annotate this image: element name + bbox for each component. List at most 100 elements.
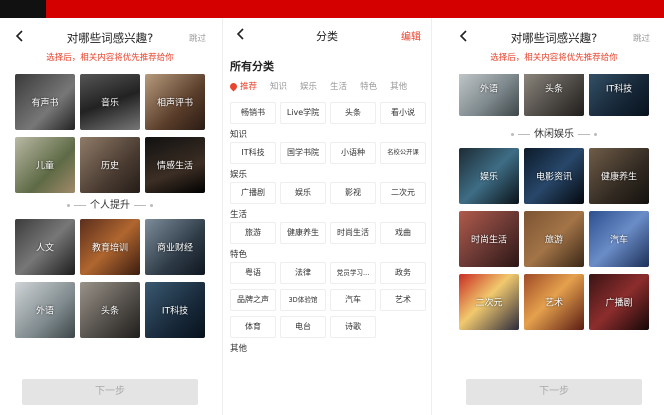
category-chip[interactable]: 电台 xyxy=(280,316,326,338)
interest-tile[interactable]: 外语 xyxy=(15,282,75,338)
interest-tile[interactable]: 历史 xyxy=(80,137,140,193)
interest-tile[interactable]: 健康养生 xyxy=(589,148,649,204)
interest-grid-2: 人文 教育培训 商业财经 外语 头条 IT科技 xyxy=(0,219,220,338)
chip-group: IT科技 国学书院 小语种 名校公开课 xyxy=(230,142,426,164)
category-chip[interactable]: 小语种 xyxy=(330,142,376,164)
interest-tile[interactable]: 人文 xyxy=(15,219,75,275)
category-chip[interactable]: 头条 xyxy=(330,102,376,124)
interest-tile[interactable]: 娱乐 xyxy=(459,148,519,204)
category-chip[interactable]: 看小说 xyxy=(380,102,426,124)
interest-tile[interactable]: 头条 xyxy=(80,282,140,338)
category-content: 畅销书 Live学院 头条 看小说 知识 IT科技 国学书院 小语种 名校公开课… xyxy=(223,96,431,356)
tile-label: 头条 xyxy=(544,84,563,95)
tab-knowledge[interactable]: 知识 xyxy=(270,80,287,92)
interest-tile[interactable]: IT科技 xyxy=(589,74,649,116)
interest-tile[interactable]: 儿童 xyxy=(15,137,75,193)
category-chip[interactable]: 体育 xyxy=(230,316,276,338)
tile-label: 教育培训 xyxy=(91,243,128,254)
interest-tile[interactable]: 情感生活 xyxy=(145,137,205,193)
group-title: 娱乐 xyxy=(230,170,248,180)
tab-recommend[interactable]: 推荐 xyxy=(228,80,257,92)
interest-tile[interactable]: 相声评书 xyxy=(145,74,205,130)
category-chip[interactable]: 广播剧 xyxy=(230,182,276,204)
category-chip[interactable]: 娱乐 xyxy=(280,182,326,204)
tile-label: 儿童 xyxy=(35,161,54,172)
interest-tile[interactable]: 外语 xyxy=(459,74,519,116)
category-chip[interactable]: 诗歌 xyxy=(330,316,376,338)
interest-grid-top: 外语 头条 IT科技 xyxy=(444,74,664,116)
interest-tile[interactable]: 教育培训 xyxy=(80,219,140,275)
interest-tile[interactable]: 艺术 xyxy=(524,274,584,330)
tab-life[interactable]: 生活 xyxy=(330,80,347,92)
page-title: 分类 xyxy=(316,30,338,43)
interest-tile[interactable]: 汽车 xyxy=(589,211,649,267)
category-chip[interactable]: 法律 xyxy=(280,262,326,284)
section-title: 休闲娱乐 xyxy=(444,122,664,148)
tile-label: 相声评书 xyxy=(156,98,193,109)
category-chip[interactable]: 旅游 xyxy=(230,222,276,244)
category-chip[interactable]: 艺术 xyxy=(380,289,426,311)
interest-tile[interactable]: 音乐 xyxy=(80,74,140,130)
category-chip[interactable]: 3D体验馆 xyxy=(280,289,326,311)
tile-label: 音乐 xyxy=(100,98,119,109)
category-chip[interactable]: 名校公开课 xyxy=(380,142,426,164)
interest-grid-2: 娱乐 电影资讯 健康养生 时尚生活 旅游 汽车 二次元 艺术 广播剧 xyxy=(444,148,664,330)
next-button[interactable]: 下一步 xyxy=(22,379,198,405)
chip-group: 粤语 法律 党员学习... 政务 品牌之声 3D体验馆 汽车 艺术 体育 电台 … xyxy=(230,262,426,338)
tile-label: 头条 xyxy=(100,306,119,317)
next-button[interactable]: 下一步 xyxy=(466,379,642,405)
category-chip[interactable]: 党员学习... xyxy=(330,262,376,284)
interest-tile[interactable]: 二次元 xyxy=(459,274,519,330)
group-title: 其他 xyxy=(230,344,248,354)
header: 分类 编辑 xyxy=(223,18,431,50)
tile-label: 外语 xyxy=(479,84,498,95)
category-chip[interactable]: 戏曲 xyxy=(380,222,426,244)
tab-other[interactable]: 其他 xyxy=(390,80,407,92)
edit-button[interactable]: 编辑 xyxy=(401,28,421,43)
category-chip[interactable]: 国学书院 xyxy=(280,142,326,164)
interest-tile[interactable]: 头条 xyxy=(524,74,584,116)
interest-tile[interactable]: 时尚生活 xyxy=(459,211,519,267)
header: 对哪些词感兴趣? 跳过 xyxy=(0,18,220,52)
category-chip[interactable]: 汽车 xyxy=(330,289,376,311)
tile-label: 汽车 xyxy=(609,235,628,246)
skip-button[interactable]: 跳过 xyxy=(189,32,206,44)
subtitle: 选择后，相关内容将优先推荐给你 xyxy=(46,53,174,63)
group-title: 特色 xyxy=(230,250,248,260)
header: 对哪些词感兴趣? 跳过 xyxy=(444,18,664,52)
tile-label: 时尚生活 xyxy=(470,235,507,246)
category-chip[interactable]: Live学院 xyxy=(280,102,326,124)
category-chip[interactable]: 时尚生活 xyxy=(330,222,376,244)
tile-label: 有声书 xyxy=(31,98,59,109)
interest-tile[interactable]: 有声书 xyxy=(15,74,75,130)
category-screen: 分类 编辑 所有分类 推荐 知识 娱乐 生活 特色 其他 畅销书 Live学院 … xyxy=(222,18,432,415)
interest-tile[interactable]: IT科技 xyxy=(145,282,205,338)
section-title: 个人提升 xyxy=(0,193,220,219)
tab-featured[interactable]: 特色 xyxy=(360,80,377,92)
category-chip[interactable]: 品牌之声 xyxy=(230,289,276,311)
tile-label: 娱乐 xyxy=(479,172,498,183)
interest-tile[interactable]: 电影资讯 xyxy=(524,148,584,204)
tile-label: 艺术 xyxy=(544,298,563,309)
category-chip[interactable]: 影视 xyxy=(330,182,376,204)
chip-group: 广播剧 娱乐 影视 二次元 xyxy=(230,182,426,204)
category-chip[interactable]: IT科技 xyxy=(230,142,276,164)
interest-tile[interactable]: 商业财经 xyxy=(145,219,205,275)
filter-tabs: 推荐 知识 娱乐 生活 特色 其他 xyxy=(223,76,431,96)
category-chip[interactable]: 畅销书 xyxy=(230,102,276,124)
tile-label: 商业财经 xyxy=(156,243,193,254)
category-chip[interactable]: 健康养生 xyxy=(280,222,326,244)
skip-button[interactable]: 跳过 xyxy=(633,32,650,44)
category-chip[interactable]: 粤语 xyxy=(230,262,276,284)
tile-label: 情感生活 xyxy=(156,161,193,172)
interest-tile[interactable]: 旅游 xyxy=(524,211,584,267)
category-main: 所有分类 推荐 知识 娱乐 生活 特色 其他 畅销书 Live学院 头条 看小说… xyxy=(223,50,431,415)
interest-tile[interactable]: 广播剧 xyxy=(589,274,649,330)
tab-entertainment[interactable]: 娱乐 xyxy=(300,80,317,92)
category-chip[interactable]: 二次元 xyxy=(380,182,426,204)
section-title-text: 休闲娱乐 xyxy=(534,129,574,140)
category-chip[interactable]: 政务 xyxy=(380,262,426,284)
tile-label: IT科技 xyxy=(161,306,189,317)
subtitle: 选择后，相关内容将优先推荐给你 xyxy=(490,53,618,63)
interest-grid-1: 有声书 音乐 相声评书 儿童 历史 情感生活 xyxy=(0,74,220,193)
